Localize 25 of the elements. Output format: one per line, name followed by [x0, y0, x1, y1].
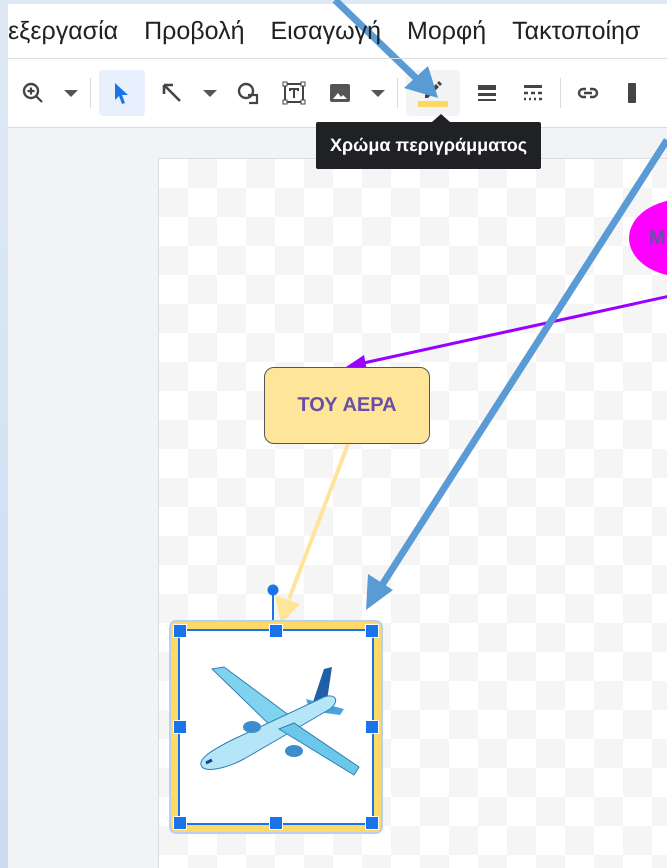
- image-icon: [328, 81, 352, 105]
- menu-item[interactable]: Μορφή: [407, 14, 486, 48]
- caret-icon: [370, 88, 386, 98]
- color-swatch: [418, 100, 448, 106]
- rotate-handle[interactable]: [267, 584, 279, 622]
- zoom-icon: [21, 81, 45, 105]
- text-box-icon: [282, 81, 306, 105]
- resize-handle[interactable]: [269, 624, 283, 638]
- menu-item[interactable]: Προβολή: [144, 14, 244, 48]
- tooltip-text: Χρώμα περιγράμματος: [330, 135, 528, 155]
- text-box: ΤΟΥ ΑΕΡΑ: [264, 367, 430, 444]
- shape-icon: [236, 81, 260, 105]
- cursor-button[interactable]: [99, 70, 145, 116]
- resize-handle[interactable]: [365, 720, 379, 734]
- caret-icon: [202, 88, 218, 98]
- resize-handle[interactable]: [173, 816, 187, 830]
- menu-item[interactable]: Τακτοποίησ: [512, 14, 640, 48]
- resize-handle[interactable]: [269, 816, 283, 830]
- resize-handle[interactable]: [173, 624, 187, 638]
- caret-icon: [63, 88, 79, 98]
- resize-handle[interactable]: [365, 816, 379, 830]
- shape-label: M: [649, 226, 666, 250]
- resize-handle[interactable]: [173, 720, 187, 734]
- menu-item[interactable]: εξεργασία: [8, 14, 118, 48]
- resize-handle[interactable]: [365, 624, 379, 638]
